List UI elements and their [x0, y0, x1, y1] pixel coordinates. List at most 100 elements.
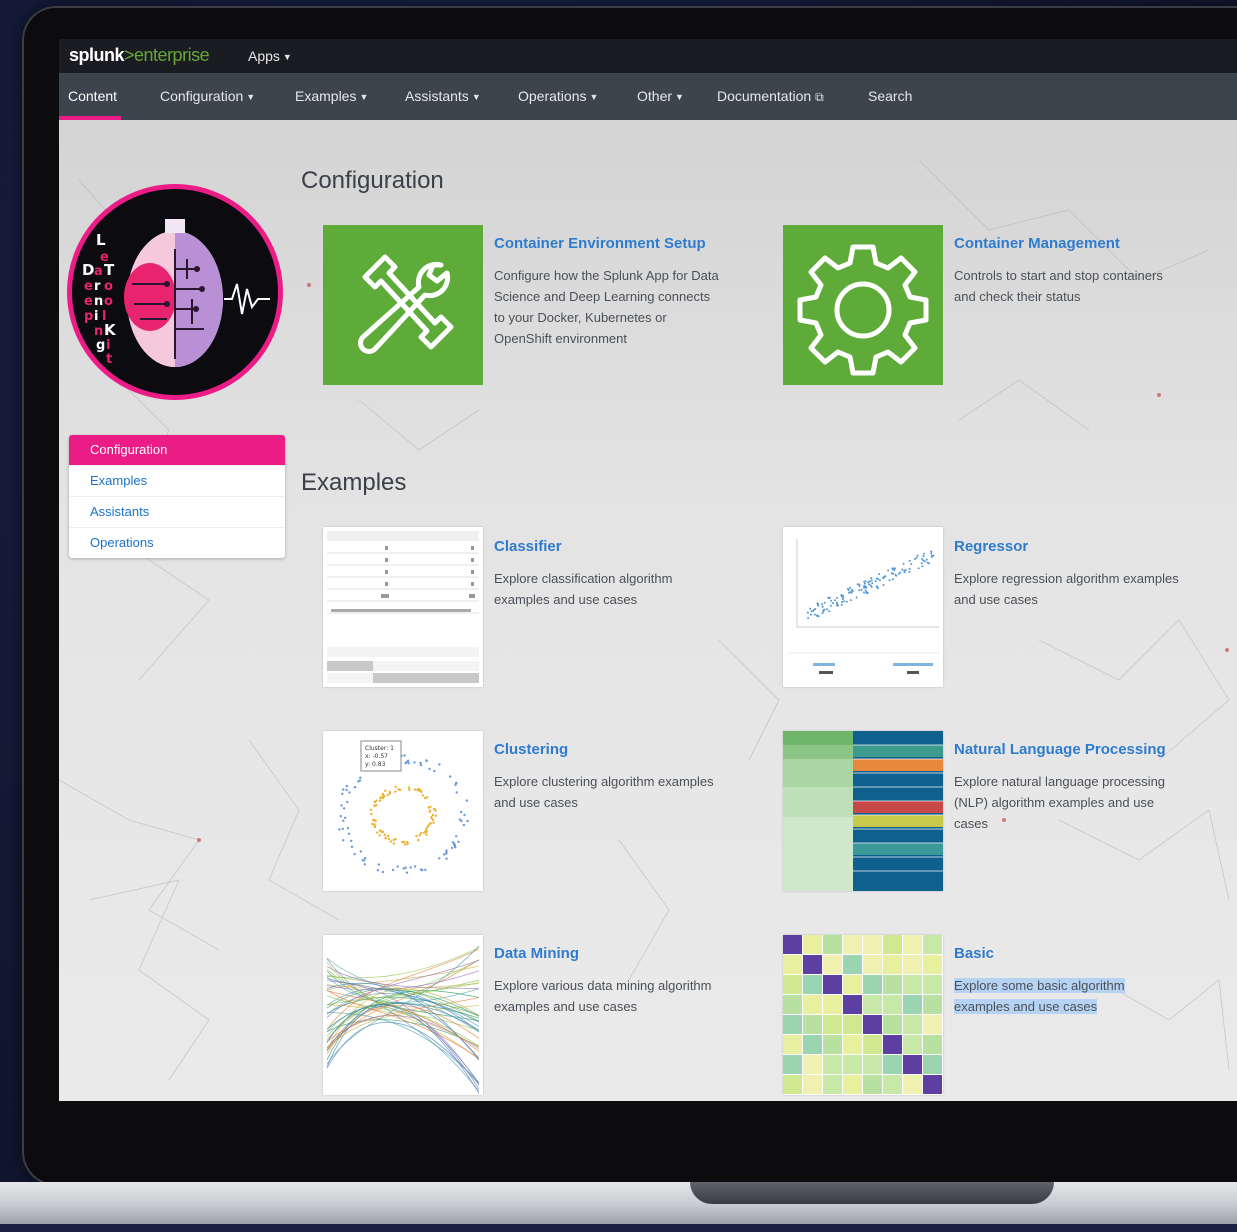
- card-thumb-data-mining[interactable]: [323, 935, 483, 1095]
- side-item-configuration[interactable]: Configuration: [69, 435, 285, 465]
- svg-text:g: g: [96, 338, 105, 353]
- card-thumb-nlp[interactable]: [783, 731, 943, 891]
- heatmap-cell: [823, 1015, 842, 1034]
- cluster-dot: [404, 866, 407, 869]
- scatter-dot: [866, 591, 869, 594]
- scatter-dot: [926, 561, 929, 564]
- heatmap-cell: [903, 1035, 922, 1054]
- cluster-dot: [427, 806, 430, 809]
- svg-text:n: n: [94, 294, 103, 309]
- card-thumb-basic[interactable]: [783, 935, 943, 1095]
- cluster-tooltip-line: x: -0.57: [365, 753, 388, 760]
- card-desc-nlp: Explore natural language processing (NLP…: [954, 774, 1166, 831]
- card-thumb-container-management[interactable]: [783, 225, 943, 385]
- heatmap-cell: [863, 1015, 882, 1034]
- cluster-dot: [371, 822, 374, 826]
- cluster-dot: [403, 843, 407, 846]
- scatter-dot: [849, 586, 851, 589]
- card-title-nlp[interactable]: Natural Language Processing: [954, 741, 1166, 758]
- card-title-regressor[interactable]: Regressor: [954, 538, 1028, 555]
- cluster-dot: [373, 804, 376, 808]
- heatmap-cell: [783, 935, 802, 954]
- card-title-clustering[interactable]: Clustering: [494, 741, 568, 758]
- nav-other[interactable]: Other ▼: [637, 88, 684, 104]
- card-thumb-classifier[interactable]: [323, 527, 483, 687]
- heatmap-cell: [783, 1075, 802, 1094]
- cluster-dot: [346, 827, 350, 830]
- svg-text:T: T: [104, 261, 115, 279]
- side-item-operations[interactable]: Operations: [69, 527, 285, 558]
- heatmap-cell: [803, 935, 822, 954]
- cluster-dot: [350, 845, 354, 848]
- cluster-dot: [373, 823, 376, 826]
- heatmap-cell: [863, 975, 882, 994]
- heatmap-cell: [903, 935, 922, 954]
- cluster-dot: [407, 759, 410, 762]
- scatter-dot: [807, 617, 810, 620]
- heatmap-cell: [803, 1055, 822, 1074]
- scatter-dot: [874, 580, 877, 583]
- scatter-dot: [809, 613, 812, 616]
- cluster-dot: [396, 865, 399, 868]
- card-thumb-regressor[interactable]: [783, 527, 943, 687]
- nav-examples[interactable]: Examples ▼: [295, 88, 368, 104]
- cluster-dot: [417, 838, 420, 842]
- scatter-dot: [832, 602, 834, 604]
- card-title-classifier[interactable]: Classifier: [494, 538, 562, 555]
- cluster-dot: [409, 866, 412, 869]
- nav-operations[interactable]: Operations ▼: [518, 88, 598, 104]
- section-title-examples: Examples: [301, 469, 407, 496]
- nav-search[interactable]: Search: [868, 88, 912, 104]
- card-thumb-clustering[interactable]: Cluster: 1 x: -0.57 y: 0.83: [323, 731, 483, 891]
- cluster-dot: [425, 796, 429, 799]
- cluster-dot: [438, 763, 441, 766]
- card-title-data-mining[interactable]: Data Mining: [494, 945, 579, 962]
- cluster-dot: [457, 840, 460, 843]
- cluster-dot: [403, 754, 406, 757]
- heatmap-cell: [923, 935, 942, 954]
- scatter-dot: [834, 599, 836, 602]
- cluster-dot: [463, 813, 466, 817]
- cluster-dot: [405, 871, 409, 874]
- heatmap-cell: [803, 1015, 822, 1034]
- cluster-dot: [372, 818, 375, 822]
- heatmap-cell: [883, 1035, 902, 1054]
- nav-configuration[interactable]: Configuration ▼: [160, 88, 255, 104]
- scatter-dot: [821, 603, 823, 606]
- cluster-dot: [363, 863, 366, 866]
- nav-assistants[interactable]: Assistants ▼: [405, 88, 481, 104]
- laptop-base-shadow: [0, 1224, 1237, 1232]
- scatter-dot: [841, 594, 844, 597]
- heatmap-cell: [843, 1075, 862, 1094]
- cluster-dot: [422, 831, 426, 834]
- scatter-dot: [849, 599, 852, 602]
- heatmap-cell: [783, 1015, 802, 1034]
- scatter-dot: [845, 600, 848, 603]
- nav-content[interactable]: Content: [68, 88, 117, 104]
- nav-documentation[interactable]: Documentation ⧉: [717, 88, 824, 105]
- card-title-container-management[interactable]: Container Management: [954, 235, 1120, 252]
- cluster-dot: [408, 788, 411, 791]
- cluster-dot: [431, 818, 435, 822]
- apps-menu[interactable]: Apps ▼: [248, 48, 292, 64]
- scatter-dot: [922, 559, 925, 562]
- card-desc-classifier: Explore classification algorithm example…: [494, 571, 673, 607]
- scatter-dot: [921, 565, 924, 568]
- heatmap-cell: [923, 1015, 942, 1034]
- scatter-dot: [870, 586, 873, 588]
- splunk-logo[interactable]: splunk>enterprise: [69, 45, 210, 66]
- scatter-dot: [863, 591, 865, 594]
- side-item-examples[interactable]: Examples: [69, 465, 285, 496]
- scatter-dot: [870, 577, 873, 580]
- cluster-dot: [342, 819, 345, 822]
- card-title-container-setup[interactable]: Container Environment Setup: [494, 235, 706, 252]
- cluster-dot: [421, 794, 424, 797]
- scatter-dot: [821, 612, 824, 615]
- side-item-assistants[interactable]: Assistants: [69, 496, 285, 527]
- cluster-dot: [407, 786, 411, 789]
- cluster-dot: [357, 780, 360, 783]
- card-title-basic[interactable]: Basic: [954, 945, 994, 962]
- card-thumb-container-setup[interactable]: [323, 225, 483, 385]
- cluster-dot: [445, 857, 448, 860]
- nlp-preview-icon: [783, 731, 943, 891]
